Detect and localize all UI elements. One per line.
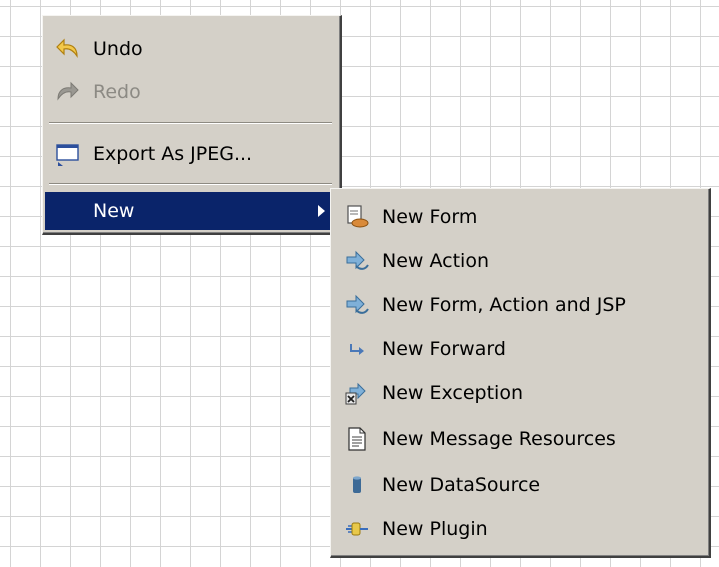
menu-item-label: New Forward — [382, 338, 506, 360]
forward-arrow-icon — [344, 336, 370, 362]
menu-item-undo[interactable]: Undo — [45, 29, 337, 69]
menu-separator — [49, 183, 332, 185]
form-icon — [344, 204, 370, 230]
submenu-item-new-exception[interactable]: New Exception — [334, 371, 706, 415]
redo-icon — [55, 79, 81, 105]
menu-item-label: New Action — [382, 250, 489, 272]
menu-separator — [49, 122, 332, 124]
submenu-arrow-icon — [318, 205, 325, 217]
menu-item-label: New Message Resources — [382, 428, 616, 450]
document-icon — [344, 426, 370, 452]
submenu-item-new-message-resources[interactable]: New Message Resources — [334, 417, 706, 461]
submenu-item-new-forward[interactable]: New Forward — [334, 327, 706, 371]
menu-item-label: New Form — [382, 206, 478, 228]
menu-item-label: New — [93, 200, 135, 222]
submenu-item-new-action[interactable]: New Action — [334, 239, 706, 283]
menu-item-label: New Exception — [382, 382, 523, 404]
plugin-icon — [344, 516, 370, 542]
export-image-icon — [55, 141, 81, 167]
menu-item-label: New DataSource — [382, 474, 541, 496]
new-submenu: New Form New Action New Form, Action and… — [330, 188, 711, 558]
menu-item-label: New Plugin — [382, 518, 488, 540]
submenu-item-new-plugin[interactable]: New Plugin — [334, 507, 706, 551]
action-icon — [344, 248, 370, 274]
exception-icon — [344, 380, 370, 406]
datasource-icon — [344, 472, 370, 498]
menu-item-export-jpeg[interactable]: Export As JPEG... — [45, 134, 337, 174]
form-action-jsp-icon — [344, 292, 370, 318]
menu-item-redo[interactable]: Redo — [45, 72, 337, 112]
undo-icon — [55, 36, 81, 62]
menu-item-label: New Form, Action and JSP — [382, 294, 626, 316]
menu-item-label: Export As JPEG... — [93, 143, 253, 165]
submenu-item-new-form-action-jsp[interactable]: New Form, Action and JSP — [334, 283, 706, 327]
menu-item-label: Redo — [93, 81, 141, 103]
menu-item-new[interactable]: New — [45, 192, 337, 230]
submenu-item-new-datasource[interactable]: New DataSource — [334, 463, 706, 507]
submenu-item-new-form[interactable]: New Form — [334, 195, 706, 239]
context-menu: Undo Redo Export As JPEG... New — [42, 15, 342, 235]
menu-item-label: Undo — [93, 38, 143, 60]
